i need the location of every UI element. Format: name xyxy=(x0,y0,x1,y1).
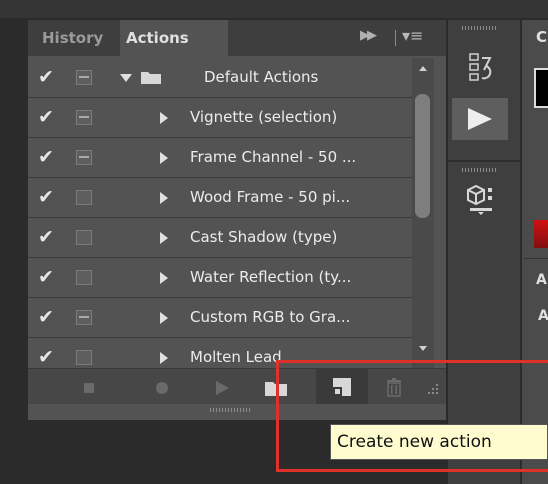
dialog-toggle-icon xyxy=(76,230,92,245)
tooltip: Create new action xyxy=(330,424,548,460)
dialog-toggle-icon xyxy=(76,70,92,85)
checkmark-icon: ✔ xyxy=(38,306,54,328)
action-row[interactable]: ✔ Vignette (selection) xyxy=(28,98,412,138)
collapsed-triangle-icon[interactable] xyxy=(160,352,168,364)
dialog-toggle-cell[interactable] xyxy=(66,58,106,97)
panel-menu-icon[interactable]: ▾≡ xyxy=(402,26,423,45)
action-row[interactable]: ✔ Water Reflection (ty... xyxy=(28,258,412,298)
checkmark-icon: ✔ xyxy=(38,106,54,128)
toggle-item-cell[interactable]: ✔ xyxy=(28,58,64,97)
action-label: Custom RGB to Gra... xyxy=(190,308,351,326)
checkmark-icon: ✔ xyxy=(38,226,54,248)
dialog-toggle-icon xyxy=(76,270,92,285)
color-swatch[interactable] xyxy=(534,68,548,108)
action-set-row[interactable]: ✔ Default Actions xyxy=(28,58,412,98)
scroll-up-icon[interactable] xyxy=(419,66,427,71)
history-panel-icon[interactable] xyxy=(458,48,502,88)
stop-icon[interactable] xyxy=(84,383,94,393)
toggle-item-cell[interactable]: ✔ xyxy=(28,98,64,137)
toggle-item-cell[interactable]: ✔ xyxy=(28,218,64,257)
toggle-item-cell[interactable]: ✔ xyxy=(28,178,64,217)
dock-separator xyxy=(446,160,520,162)
action-label: Cast Shadow (type) xyxy=(190,228,338,246)
checkmark-icon: ✔ xyxy=(38,186,54,208)
action-label: Default Actions xyxy=(204,68,319,86)
right-panel-title: C xyxy=(536,28,548,46)
dialog-toggle-cell[interactable] xyxy=(66,138,106,177)
folder-icon xyxy=(141,72,161,84)
scroll-down-icon[interactable] xyxy=(419,346,427,351)
right-panel-divider xyxy=(524,258,548,259)
collapsed-triangle-icon[interactable] xyxy=(160,232,168,244)
action-label: Vignette (selection) xyxy=(190,108,338,126)
collapsed-triangle-icon[interactable] xyxy=(160,272,168,284)
collapsed-triangle-icon[interactable] xyxy=(160,112,168,124)
collapsed-triangle-icon[interactable] xyxy=(160,312,168,324)
action-label: Wood Frame - 50 pi... xyxy=(190,188,351,206)
dialog-toggle-icon xyxy=(76,310,92,325)
checkmark-icon: ✔ xyxy=(38,66,54,88)
checkmark-icon: ✔ xyxy=(38,266,54,288)
action-row[interactable]: ✔ Cast Shadow (type) xyxy=(28,218,412,258)
record-icon[interactable] xyxy=(156,382,168,394)
action-row[interactable]: ✔ Wood Frame - 50 pi... xyxy=(28,178,412,218)
action-label: Water Reflection (ty... xyxy=(190,268,352,286)
dialog-toggle-icon xyxy=(76,110,92,125)
dialog-toggle-icon xyxy=(76,190,92,205)
dialog-toggle-cell[interactable] xyxy=(66,98,106,137)
tab-divider xyxy=(395,30,396,46)
dialog-toggle-cell[interactable] xyxy=(66,178,106,217)
toggle-item-cell[interactable]: ✔ xyxy=(28,298,64,337)
dialog-toggle-icon xyxy=(76,350,92,365)
actions-panel-button[interactable] xyxy=(452,98,508,140)
3d-panel-icon[interactable] xyxy=(458,178,502,222)
actions-list: ✔ Default Actions ✔ Vignette (selection) ✔ Fr… xyxy=(28,58,412,370)
action-label: Frame Channel - 50 ... xyxy=(190,148,357,166)
dialog-toggle-cell[interactable] xyxy=(66,258,106,297)
dialog-toggle-icon xyxy=(76,150,92,165)
toggle-item-cell[interactable]: ✔ xyxy=(28,138,64,177)
dialog-toggle-cell[interactable] xyxy=(66,338,106,370)
tab-history[interactable]: History xyxy=(36,20,120,56)
color-ramp[interactable] xyxy=(534,220,548,248)
tab-actions[interactable]: Actions xyxy=(120,20,228,56)
action-row[interactable]: ✔ Frame Channel - 50 ... xyxy=(28,138,412,178)
right-panel-label: A xyxy=(538,308,548,324)
expanded-triangle-icon[interactable] xyxy=(120,74,132,82)
toggle-item-cell[interactable]: ✔ xyxy=(28,338,64,370)
action-row[interactable]: ✔ Custom RGB to Gra... xyxy=(28,298,412,338)
checkmark-icon: ✔ xyxy=(38,146,54,168)
play-icon xyxy=(468,108,492,130)
toggle-item-cell[interactable]: ✔ xyxy=(28,258,64,297)
collapsed-triangle-icon[interactable] xyxy=(160,192,168,204)
right-panel-label: A xyxy=(536,272,547,288)
panel-drag-grip[interactable] xyxy=(210,408,250,412)
dock-grip[interactable] xyxy=(462,168,498,172)
play-icon[interactable] xyxy=(216,381,229,395)
dock-grip[interactable] xyxy=(462,26,498,30)
collapsed-triangle-icon[interactable] xyxy=(160,152,168,164)
top-strip xyxy=(0,0,548,18)
scrollbar-thumb[interactable] xyxy=(415,94,430,218)
double-chevron-right-icon[interactable]: ▶▶ xyxy=(360,28,377,43)
checkmark-icon: ✔ xyxy=(38,346,54,368)
dialog-toggle-cell[interactable] xyxy=(66,298,106,337)
action-label: Molten Lead xyxy=(190,348,282,366)
dialog-toggle-cell[interactable] xyxy=(66,218,106,257)
